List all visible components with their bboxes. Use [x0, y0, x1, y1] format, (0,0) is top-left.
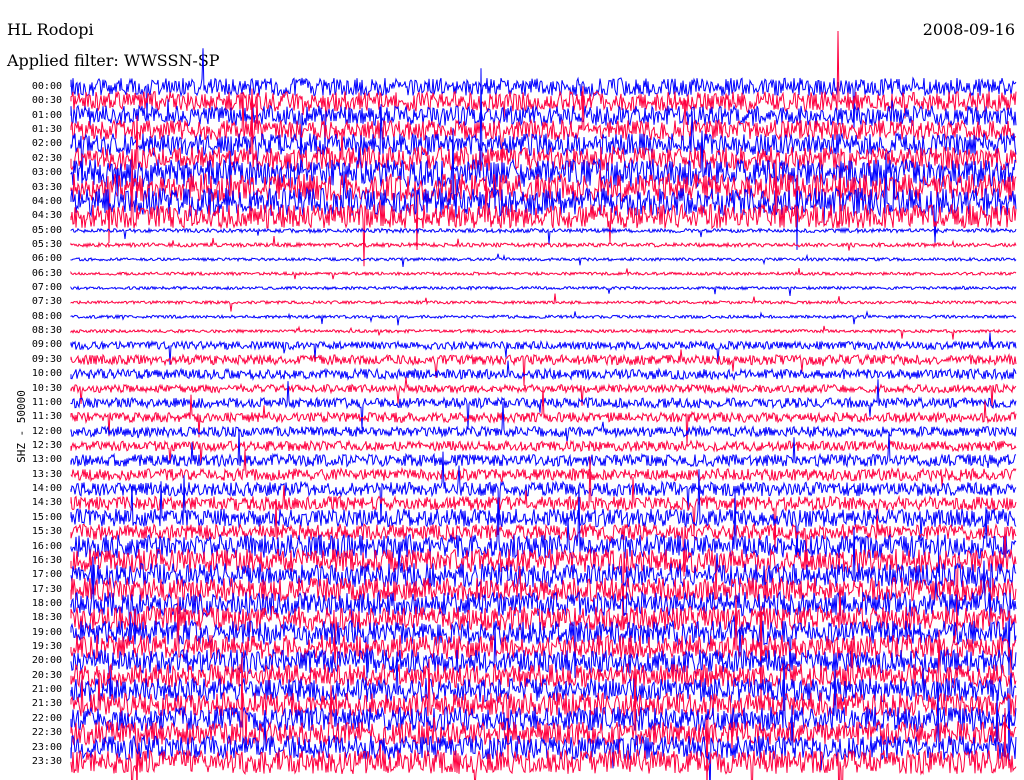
trace-0800: [70, 310, 1017, 326]
trace-0630: [70, 268, 1017, 280]
trace-0700: [70, 285, 1017, 296]
trace-0030: [70, 30, 1017, 122]
trace-0930: [70, 349, 1017, 386]
trace-0600: [70, 253, 1017, 268]
trace-0830: [70, 325, 1017, 340]
helicorder-plot: [70, 30, 1017, 780]
trace-0530: [70, 236, 1017, 251]
trace-0730: [70, 293, 1017, 312]
